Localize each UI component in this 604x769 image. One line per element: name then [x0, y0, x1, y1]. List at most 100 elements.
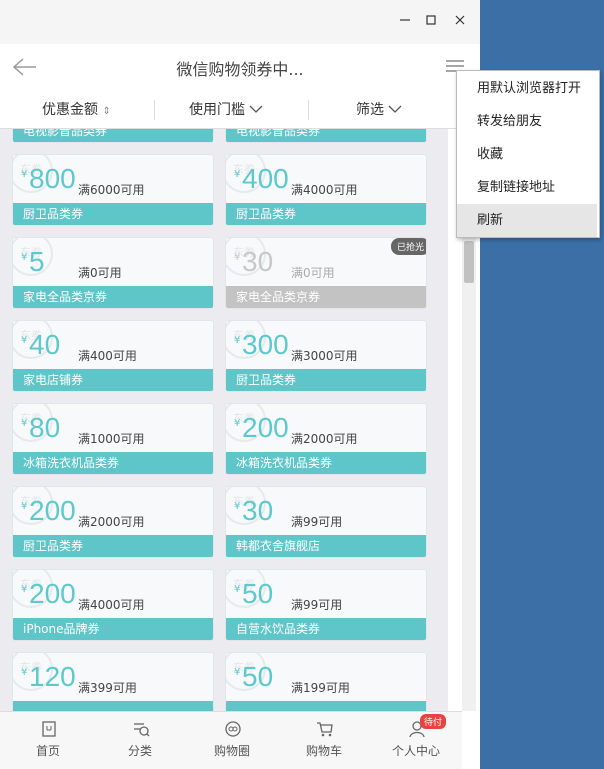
coupon-label: 厨卫品类券 [236, 207, 297, 221]
filter-amount-label: 优惠金额 [42, 102, 98, 118]
coupon-condition: 满99可用 [291, 598, 343, 612]
coupon-card[interactable]: 东券 ¥5 满0可用 家电全品类京券 [12, 237, 214, 309]
coupon-amount: 5 [29, 246, 45, 277]
coupon-card[interactable]: 东券 ¥300 满3000可用 厨卫品类券 [225, 320, 427, 392]
coupon-label: 家电店铺券 [23, 373, 84, 387]
coupon-condition: 满4000可用 [291, 183, 358, 197]
coupon-card-partial[interactable]: 电视影音品类券 [12, 129, 214, 143]
coupon-card[interactable]: 东券 ¥30 满99可用 韩都衣舍旗舰店 [225, 486, 427, 558]
coupon-label: 家电全品类京券 [23, 290, 108, 304]
context-menu-item[interactable]: 复制链接地址 [457, 171, 597, 204]
currency-symbol: ¥ [234, 418, 241, 429]
tab-category[interactable]: 分类 [100, 712, 180, 769]
coupon-card[interactable]: 东券 ¥200 满2000可用 冰箱洗衣机品类券 [225, 403, 427, 475]
coupon-list[interactable]: 电视影音品类券 电视影音品类券 东券 ¥800 满6000可用 厨卫品类券 东券 ¥400… [0, 129, 448, 711]
coupon-card-partial[interactable]: 电视影音品类券 [225, 129, 427, 143]
currency-symbol: ¥ [21, 418, 28, 429]
divider [308, 100, 309, 120]
minimize-icon[interactable] [395, 12, 415, 32]
coupon-card[interactable]: 东券 ¥50 满99可用 自营水饮品类券 [225, 569, 427, 641]
filter-threshold-label: 使用门槛 [189, 102, 245, 118]
maximize-icon[interactable] [421, 12, 441, 32]
cart-icon [316, 720, 334, 738]
currency-symbol: ¥ [234, 667, 241, 678]
coupon-amount: 800 [29, 163, 76, 194]
title-bar [0, 0, 480, 44]
home-icon [40, 720, 58, 738]
coupon-label: 电视影音品类券 [236, 129, 321, 138]
filter-threshold[interactable]: 使用门槛 [189, 92, 263, 128]
currency-symbol: ¥ [234, 335, 241, 346]
filter-more-label: 筛选 [356, 102, 384, 118]
scrollbar-thumb[interactable] [464, 241, 474, 283]
coupon-condition: 满3000可用 [291, 349, 358, 363]
coupon-condition: 满2000可用 [291, 432, 358, 446]
coupon-amount: 30 [242, 495, 274, 526]
currency-symbol: ¥ [21, 169, 28, 180]
close-icon[interactable] [450, 12, 470, 32]
tab-label: 购物车 [305, 744, 342, 758]
coupon-bar [13, 701, 213, 711]
coupon-card[interactable]: 东券 ¥400 满4000可用 厨卫品类券 [225, 154, 427, 226]
coupon-condition: 满0可用 [78, 266, 122, 280]
currency-symbol: ¥ [21, 501, 28, 512]
coupon-amount: 50 [242, 661, 274, 692]
coupon-card[interactable]: 东券 ¥50 满199可用 [225, 652, 427, 711]
coupon-label: 冰箱洗衣机品类券 [236, 456, 333, 470]
coupon-label: 厨卫品类券 [23, 207, 84, 221]
coupon-card[interactable]: 东券 ¥800 满6000可用 厨卫品类券 [12, 154, 214, 226]
nav-bar: 微信购物领券中... [0, 44, 480, 93]
coupon-condition: 满2000可用 [78, 515, 145, 529]
context-menu-item[interactable]: 用默认浏览器打开 [457, 72, 597, 105]
currency-symbol: ¥ [21, 335, 28, 346]
filter-amount[interactable]: 优惠金额 ⇕ [42, 92, 111, 128]
coupon-label: iPhone品牌券 [23, 622, 100, 636]
coupon-condition: 满6000可用 [78, 183, 145, 197]
coupon-amount: 200 [29, 578, 76, 609]
coupon-card[interactable]: 东券 ¥30 满0可用 家电全品类京券 已抢光 [225, 237, 427, 309]
tab-label: 首页 [35, 744, 60, 758]
sort-icon: ⇕ [102, 106, 111, 117]
coupon-amount: 400 [242, 163, 289, 194]
currency-symbol: ¥ [234, 252, 241, 263]
coupon-amount: 200 [242, 412, 289, 443]
context-menu: 用默认浏览器打开 转发给朋友 收藏 复制链接地址 刷新 [456, 70, 600, 238]
context-menu-item[interactable]: 转发给朋友 [457, 105, 597, 138]
coupon-amount: 30 [242, 246, 274, 277]
tab-label: 个人中心 [391, 744, 440, 758]
tab-label: 分类 [127, 744, 152, 758]
filter-more[interactable]: 筛选 [356, 92, 402, 128]
tab-circle[interactable]: 购物圈 [192, 712, 272, 769]
coupon-condition: 满400可用 [78, 349, 137, 363]
sold-out-badge: 已抢光 [390, 238, 426, 255]
tab-cart[interactable]: 购物车 [284, 712, 364, 769]
coupon-condition: 满199可用 [291, 681, 350, 695]
coupon-card[interactable]: 东券 ¥200 满4000可用 iPhone品牌券 [12, 569, 214, 641]
coupon-label: 厨卫品类券 [236, 373, 297, 387]
currency-symbol: ¥ [234, 169, 241, 180]
category-icon [132, 720, 150, 738]
coupon-amount: 80 [29, 412, 61, 443]
coupon-condition: 满99可用 [291, 515, 343, 529]
coupon-card[interactable]: 东券 ¥80 满1000可用 冰箱洗衣机品类券 [12, 403, 214, 475]
coupon-label: 韩都衣舍旗舰店 [236, 539, 321, 553]
divider [154, 100, 155, 120]
coupon-label: 冰箱洗衣机品类券 [23, 456, 120, 470]
coupon-card[interactable]: 东券 ¥120 满399可用 [12, 652, 214, 711]
context-menu-item[interactable]: 收藏 [457, 138, 597, 171]
coupon-card[interactable]: 东券 ¥40 满400可用 家电店铺券 [12, 320, 214, 392]
bottom-tab-bar: 首页 分类 购物圈 购物车 个人中心 [0, 711, 462, 769]
tab-label: 购物圈 [213, 744, 250, 758]
coupon-card[interactable]: 东券 ¥200 满2000可用 厨卫品类券 [12, 486, 214, 558]
tab-home[interactable]: 首页 [8, 712, 88, 769]
coupon-amount: 50 [242, 578, 274, 609]
coupon-label: 电视影音品类券 [23, 129, 108, 138]
context-menu-item[interactable]: 刷新 [457, 204, 597, 237]
back-arrow-icon[interactable] [12, 56, 38, 78]
currency-symbol: ¥ [21, 584, 28, 595]
filter-bar: 优惠金额 ⇕ 使用门槛 筛选 [0, 92, 480, 129]
coupon-amount: 200 [29, 495, 76, 526]
coupon-label: 家电全品类京券 [236, 290, 321, 304]
coupon-condition: 满399可用 [78, 681, 137, 695]
circle-icon [224, 720, 242, 738]
